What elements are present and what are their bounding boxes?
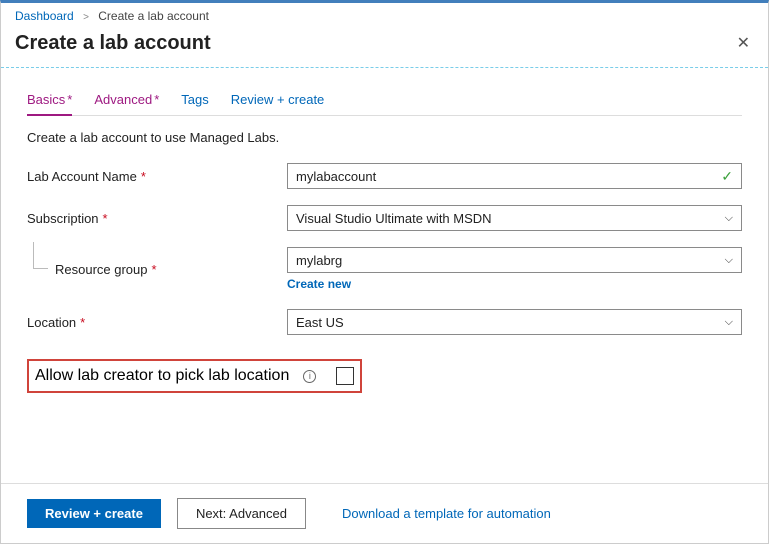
label-lab-account-name: Lab Account Name — [27, 169, 137, 184]
chevron-down-icon: ⌵ — [725, 212, 733, 225]
info-icon[interactable]: i — [303, 370, 316, 383]
tab-review-create[interactable]: Review + create — [231, 86, 325, 115]
label-allow-pick: Allow lab creator to pick lab location — [35, 367, 289, 385]
review-create-button[interactable]: Review + create — [27, 499, 161, 528]
tabs: Basics* Advanced* Tags Review + create — [27, 86, 742, 116]
label-resource-group: Resource group — [55, 262, 148, 277]
create-new-link[interactable]: Create new — [287, 277, 351, 291]
breadcrumb-current: Create a lab account — [98, 9, 209, 23]
intro-text: Create a lab account to use Managed Labs… — [27, 130, 742, 145]
chevron-down-icon: ⌵ — [725, 316, 733, 329]
allow-pick-checkbox[interactable] — [336, 367, 354, 385]
footer-bar: Review + create Next: Advanced Download … — [1, 483, 768, 543]
checkmark-icon: ✓ — [721, 168, 733, 185]
resource-group-select[interactable]: mylabrg ⌵ — [287, 247, 742, 273]
close-icon[interactable]: ✕ — [733, 29, 754, 57]
chevron-down-icon: ⌵ — [725, 254, 733, 267]
row-resource-group: Resource group* mylabrg ⌵ Create new — [27, 247, 742, 291]
row-subscription: Subscription* Visual Studio Ultimate wit… — [27, 205, 742, 231]
divider-dashed — [1, 67, 768, 68]
page-header: Create a lab account ✕ — [1, 27, 768, 67]
location-select[interactable]: East US ⌵ — [287, 309, 742, 335]
allow-pick-location-row: Allow lab creator to pick lab location i — [27, 359, 362, 393]
tab-basics[interactable]: Basics* — [27, 86, 72, 115]
label-location: Location — [27, 315, 76, 330]
tab-advanced[interactable]: Advanced* — [94, 86, 159, 115]
breadcrumb: Dashboard > Create a lab account — [1, 3, 768, 27]
chevron-right-icon: > — [83, 12, 89, 23]
page-title: Create a lab account — [15, 32, 211, 55]
lab-account-name-input[interactable]: mylabaccount ✓ — [287, 163, 742, 189]
next-advanced-button[interactable]: Next: Advanced — [177, 498, 306, 529]
tab-tags[interactable]: Tags — [181, 86, 208, 115]
download-template-link[interactable]: Download a template for automation — [342, 506, 551, 521]
row-location: Location* East US ⌵ — [27, 309, 742, 335]
row-lab-account-name: Lab Account Name* mylabaccount ✓ — [27, 163, 742, 189]
label-subscription: Subscription — [27, 211, 99, 226]
subscription-select[interactable]: Visual Studio Ultimate with MSDN ⌵ — [287, 205, 742, 231]
breadcrumb-root[interactable]: Dashboard — [15, 9, 74, 23]
